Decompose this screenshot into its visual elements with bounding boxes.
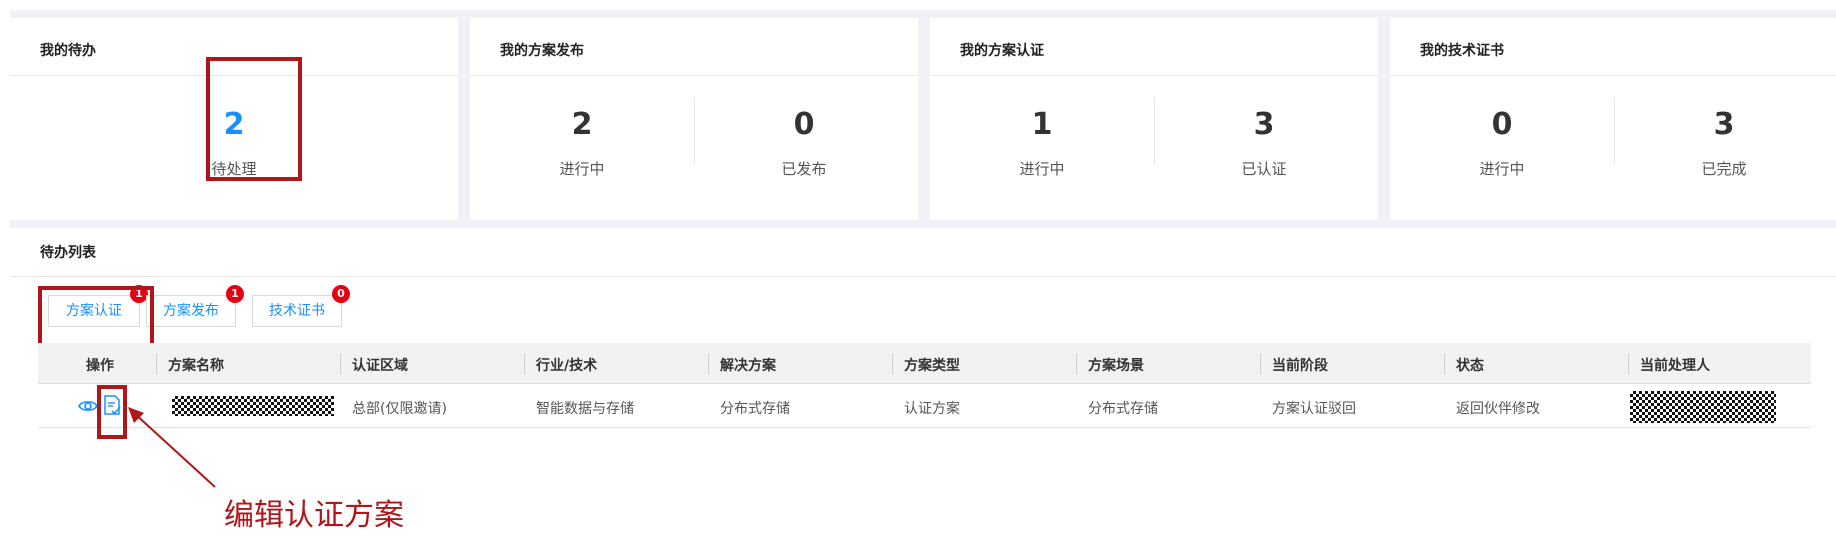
stat-in-progress[interactable]: 0 进行中	[1422, 108, 1582, 179]
col-header: 认证区域	[352, 358, 408, 374]
stat-label: 已认证	[1241, 160, 1287, 178]
stat-label: 已完成	[1701, 160, 1747, 178]
count-badge: 0	[332, 285, 350, 303]
annotation-label: 编辑认证方案	[224, 498, 404, 533]
stat-separator	[694, 98, 695, 164]
divider	[1390, 75, 1836, 76]
count-badge: 1	[226, 285, 244, 303]
card-my-publish: 我的方案发布 2 进行中 0 已发布	[470, 18, 918, 220]
todo-list-title: 待办列表	[40, 245, 96, 261]
cell-status: 返回伙伴修改	[1456, 401, 1540, 417]
stat-value[interactable]: 2	[502, 108, 662, 142]
tab-label: 方案发布	[163, 303, 219, 319]
annotation-arrow	[128, 407, 216, 488]
col-separator	[892, 354, 893, 374]
stat-separator	[1154, 98, 1155, 164]
cell-scene: 分布式存储	[1088, 401, 1158, 417]
col-separator	[1444, 354, 1445, 374]
stat-published[interactable]: 0 已发布	[724, 108, 884, 179]
card-my-tech-certificate: 我的技术证书 0 进行中 3 已完成	[1390, 18, 1836, 220]
stat-certified[interactable]: 3 已认证	[1184, 108, 1344, 179]
divider	[930, 75, 1378, 76]
stat-label: 已发布	[781, 160, 827, 178]
card-title: 我的技术证书	[1420, 43, 1504, 59]
stat-value[interactable]: 1	[962, 108, 1122, 142]
stat-value[interactable]: 0	[1422, 108, 1582, 142]
card-my-certification: 我的方案认证 1 进行中 3 已认证	[930, 18, 1378, 220]
table-row: 总部(仅限邀请) 智能数据与存储 分布式存储 认证方案 分布式存储 方案认证驳回…	[38, 385, 1811, 428]
stat-value[interactable]: 3	[1184, 108, 1344, 142]
stat-separator	[1614, 98, 1615, 164]
col-header: 操作	[86, 358, 114, 374]
highlight-pending	[206, 57, 302, 181]
col-separator	[1076, 354, 1077, 374]
tab-label: 技术证书	[269, 303, 325, 319]
stat-value[interactable]: 3	[1644, 108, 1804, 142]
col-header: 当前阶段	[1272, 358, 1328, 374]
col-header: 行业/技术	[536, 358, 598, 374]
cell-stage: 方案认证驳回	[1272, 401, 1356, 417]
eye-icon[interactable]	[78, 396, 98, 416]
stat-in-progress[interactable]: 2 进行中	[502, 108, 662, 179]
card-title: 我的方案认证	[960, 43, 1044, 59]
table-header: 操作 方案名称 认证区域 行业/技术 解决方案 方案类型 方案场景 当前阶段 状…	[38, 343, 1811, 384]
col-separator	[524, 354, 525, 374]
handler-masked	[1630, 391, 1776, 423]
card-title: 我的方案发布	[500, 43, 584, 59]
highlight-tab	[38, 286, 154, 348]
col-header: 方案类型	[904, 358, 960, 374]
col-separator	[156, 354, 157, 374]
col-separator	[340, 354, 341, 374]
col-header: 当前处理人	[1640, 358, 1710, 374]
divider	[470, 75, 918, 76]
stat-label: 进行中	[1479, 160, 1525, 178]
col-separator	[708, 354, 709, 374]
tab-solution-publish[interactable]: 方案发布 1	[146, 285, 244, 327]
col-separator	[1260, 354, 1261, 374]
col-header: 解决方案	[720, 358, 776, 374]
tab-tech-certificate[interactable]: 技术证书 0	[252, 285, 350, 327]
col-separator	[1628, 354, 1629, 374]
stat-label: 进行中	[559, 160, 605, 178]
cell-type: 认证方案	[904, 401, 960, 417]
card-title: 我的待办	[40, 43, 96, 59]
cell-region: 总部(仅限邀请)	[352, 401, 447, 417]
col-header: 方案场景	[1088, 358, 1144, 374]
stat-completed[interactable]: 3 已完成	[1644, 108, 1804, 179]
cell-industry: 智能数据与存储	[536, 401, 634, 417]
divider	[10, 276, 1836, 277]
col-header: 方案名称	[168, 358, 224, 374]
stat-in-progress[interactable]: 1 进行中	[962, 108, 1122, 179]
col-header: 状态	[1456, 358, 1484, 374]
cell-solution: 分布式存储	[720, 401, 790, 417]
stat-label: 进行中	[1019, 160, 1065, 178]
stat-value[interactable]: 0	[724, 108, 884, 142]
